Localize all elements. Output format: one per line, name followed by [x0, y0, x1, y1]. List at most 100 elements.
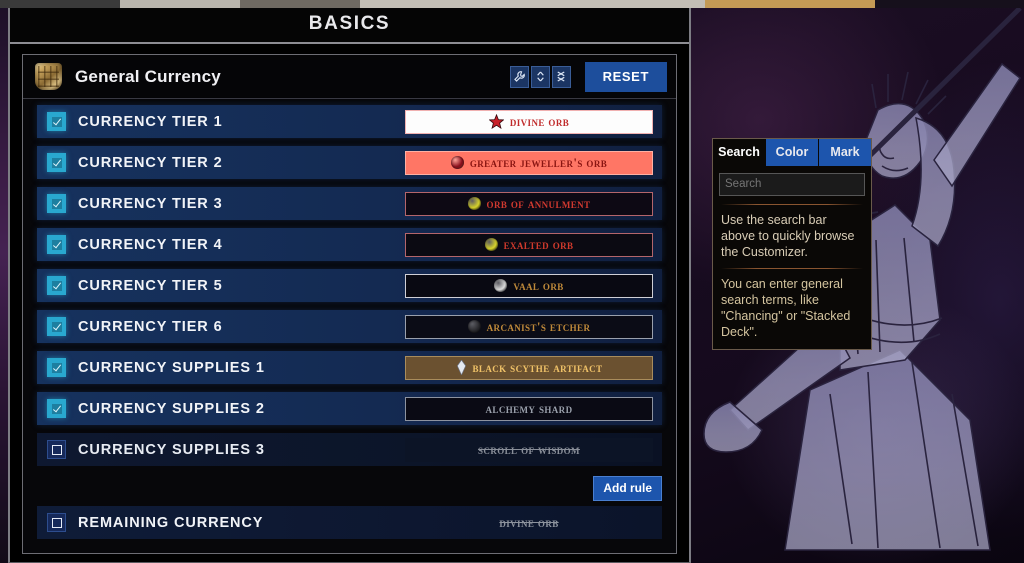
help-panel: SearchColorMark Use the search bar above…: [712, 138, 872, 350]
checkmark-icon: [51, 157, 62, 168]
checkmark-icon: [51, 321, 62, 332]
item-preview-text: Exalted Orb: [503, 236, 574, 252]
rule-label: CURRENCY TIER 1: [78, 113, 223, 130]
checkbox-checked[interactable]: [47, 235, 66, 254]
search-input[interactable]: [719, 173, 865, 196]
add-rule-row: Add rule: [23, 474, 676, 506]
checkbox-checked[interactable]: [47, 194, 66, 213]
item-preview-text: Black Scythe Artifact: [472, 359, 603, 375]
item-preview[interactable]: Arcanist's Etcher: [405, 314, 653, 339]
rule-row[interactable]: CURRENCY SUPPLIES 3 Scroll of Wisdom: [37, 433, 662, 466]
item-preview[interactable]: Orb of Annulment: [405, 191, 653, 216]
checkbox-unchecked[interactable]: [47, 440, 66, 459]
orb-yellow-icon: [484, 238, 498, 251]
orb-white-icon: [494, 279, 508, 292]
app-screen: BASICS General Currency RESET CURRENCY T…: [0, 0, 1024, 563]
help-paragraph-2: You can enter general search terms, like…: [721, 277, 851, 339]
item-preview[interactable]: Divine Orb: [405, 109, 653, 134]
rule-row[interactable]: CURRENCY SUPPLIES 2 Alchemy Shard: [37, 392, 662, 425]
page-title: BASICS: [308, 13, 391, 34]
item-preview-text: Orb of Annulment: [486, 195, 591, 211]
checkmark-icon: [51, 517, 62, 528]
orb-yellow-icon: [467, 197, 481, 210]
wrench-icon[interactable]: [509, 65, 529, 88]
rule-label: CURRENCY SUPPLIES 3: [78, 441, 265, 458]
checkbox-unchecked[interactable]: [47, 513, 66, 532]
star-red-icon: [488, 114, 504, 129]
item-preview-text: Divine Orb: [509, 113, 570, 129]
rule-row[interactable]: CURRENCY TIER 6 Arcanist's Etcher: [37, 310, 662, 343]
checkmark-icon: [51, 362, 62, 373]
orb-darkred-icon: [450, 156, 464, 169]
group-header: General Currency RESET: [23, 55, 676, 99]
collapse-icon[interactable]: [551, 65, 571, 88]
rule-label: CURRENCY TIER 4: [78, 236, 223, 253]
rule-row[interactable]: CURRENCY SUPPLIES 1 Black Scythe Artifact: [37, 351, 662, 384]
rule-label: CURRENCY TIER 6: [78, 318, 223, 335]
divider-1: [721, 204, 863, 205]
checkmark-icon: [51, 403, 62, 414]
rule-label: CURRENCY TIER 2: [78, 154, 223, 171]
top-strip: [0, 0, 1024, 8]
rules-list: CURRENCY TIER 1 Divine Orb CURRENCY TIER 2…: [23, 99, 676, 466]
basics-panel: BASICS General Currency RESET CURRENCY T…: [8, 6, 691, 563]
rule-label: CURRENCY TIER 5: [78, 277, 223, 294]
checkbox-checked[interactable]: [47, 276, 66, 295]
reset-button[interactable]: RESET: [584, 61, 667, 92]
checkbox-checked[interactable]: [47, 112, 66, 131]
rule-row[interactable]: CURRENCY TIER 2 Greater Jeweller's Orb: [37, 146, 662, 179]
rule-row[interactable]: CURRENCY TIER 3 Orb of Annulment: [37, 187, 662, 220]
item-preview-text: Divine Orb: [499, 514, 559, 530]
tab-color[interactable]: Color: [766, 139, 819, 166]
item-preview[interactable]: Exalted Orb: [405, 232, 653, 257]
rule-row[interactable]: CURRENCY TIER 5 Vaal Orb: [37, 269, 662, 302]
rule-label: CURRENCY SUPPLIES 2: [78, 400, 265, 417]
item-preview-text: Alchemy Shard: [485, 400, 573, 416]
rule-label: CURRENCY TIER 3: [78, 195, 223, 212]
item-preview[interactable]: Black Scythe Artifact: [405, 355, 653, 380]
checkbox-checked[interactable]: [47, 153, 66, 172]
group-header-buttons: [509, 65, 571, 88]
group-title: General Currency: [75, 66, 221, 86]
help-panel-body: Use the search bar above to quickly brow…: [713, 166, 871, 349]
checkbox-checked[interactable]: [47, 317, 66, 336]
help-panel-tabs: Search Color Mark: [713, 139, 871, 166]
tab-mark[interactable]: Mark: [819, 139, 871, 166]
basics-header: BASICS: [10, 6, 689, 44]
checkbox-checked[interactable]: [47, 358, 66, 377]
item-preview[interactable]: Greater Jeweller's Orb: [405, 150, 653, 175]
item-preview[interactable]: Alchemy Shard: [405, 396, 653, 421]
checkmark-icon: [51, 280, 62, 291]
general-currency-group: General Currency RESET CURRENCY TIER 1 d…: [22, 54, 677, 554]
remaining-currency-row[interactable]: REMAINING CURRENCY Divine Orb: [37, 506, 662, 539]
checkmark-icon: [51, 444, 62, 455]
remaining-currency-slot: REMAINING CURRENCY Divine Orb: [23, 506, 676, 539]
tab-search[interactable]: Search: [713, 139, 766, 166]
item-preview[interactable]: Scroll of Wisdom: [405, 437, 653, 462]
item-preview[interactable]: Vaal Orb: [405, 273, 653, 298]
checkmark-icon: [51, 198, 62, 209]
seg-gold: [705, 0, 875, 8]
item-preview-text: Greater Jeweller's Orb: [469, 154, 608, 170]
rule-label: CURRENCY SUPPLIES 1: [78, 359, 265, 376]
artifact-shard-icon: [456, 360, 466, 375]
rule-row[interactable]: CURRENCY TIER 4 Exalted Orb: [37, 228, 662, 261]
item-preview-text: Vaal Orb: [513, 277, 564, 293]
seg-dark-1: [0, 0, 120, 8]
checkbox-checked[interactable]: [47, 399, 66, 418]
item-preview[interactable]: Divine Orb: [405, 511, 653, 535]
orb-dark-icon: [467, 320, 481, 333]
item-preview-text: Arcanist's Etcher: [486, 318, 591, 334]
item-preview-text: Scroll of Wisdom: [478, 441, 580, 457]
sort-updown-icon[interactable]: [530, 65, 550, 88]
currency-coins-icon: [35, 63, 62, 90]
seg-light-1: [120, 0, 240, 8]
rule-label: REMAINING CURRENCY: [78, 514, 264, 531]
add-rule-button[interactable]: Add rule: [593, 476, 662, 501]
help-paragraph-1: Use the search bar above to quickly brow…: [721, 213, 855, 259]
checkmark-icon: [51, 239, 62, 250]
seg-light-2: [360, 0, 705, 8]
checkmark-icon: [51, 116, 62, 127]
rule-row[interactable]: CURRENCY TIER 1 Divine Orb: [37, 105, 662, 138]
seg-dark-2: [875, 0, 1024, 8]
